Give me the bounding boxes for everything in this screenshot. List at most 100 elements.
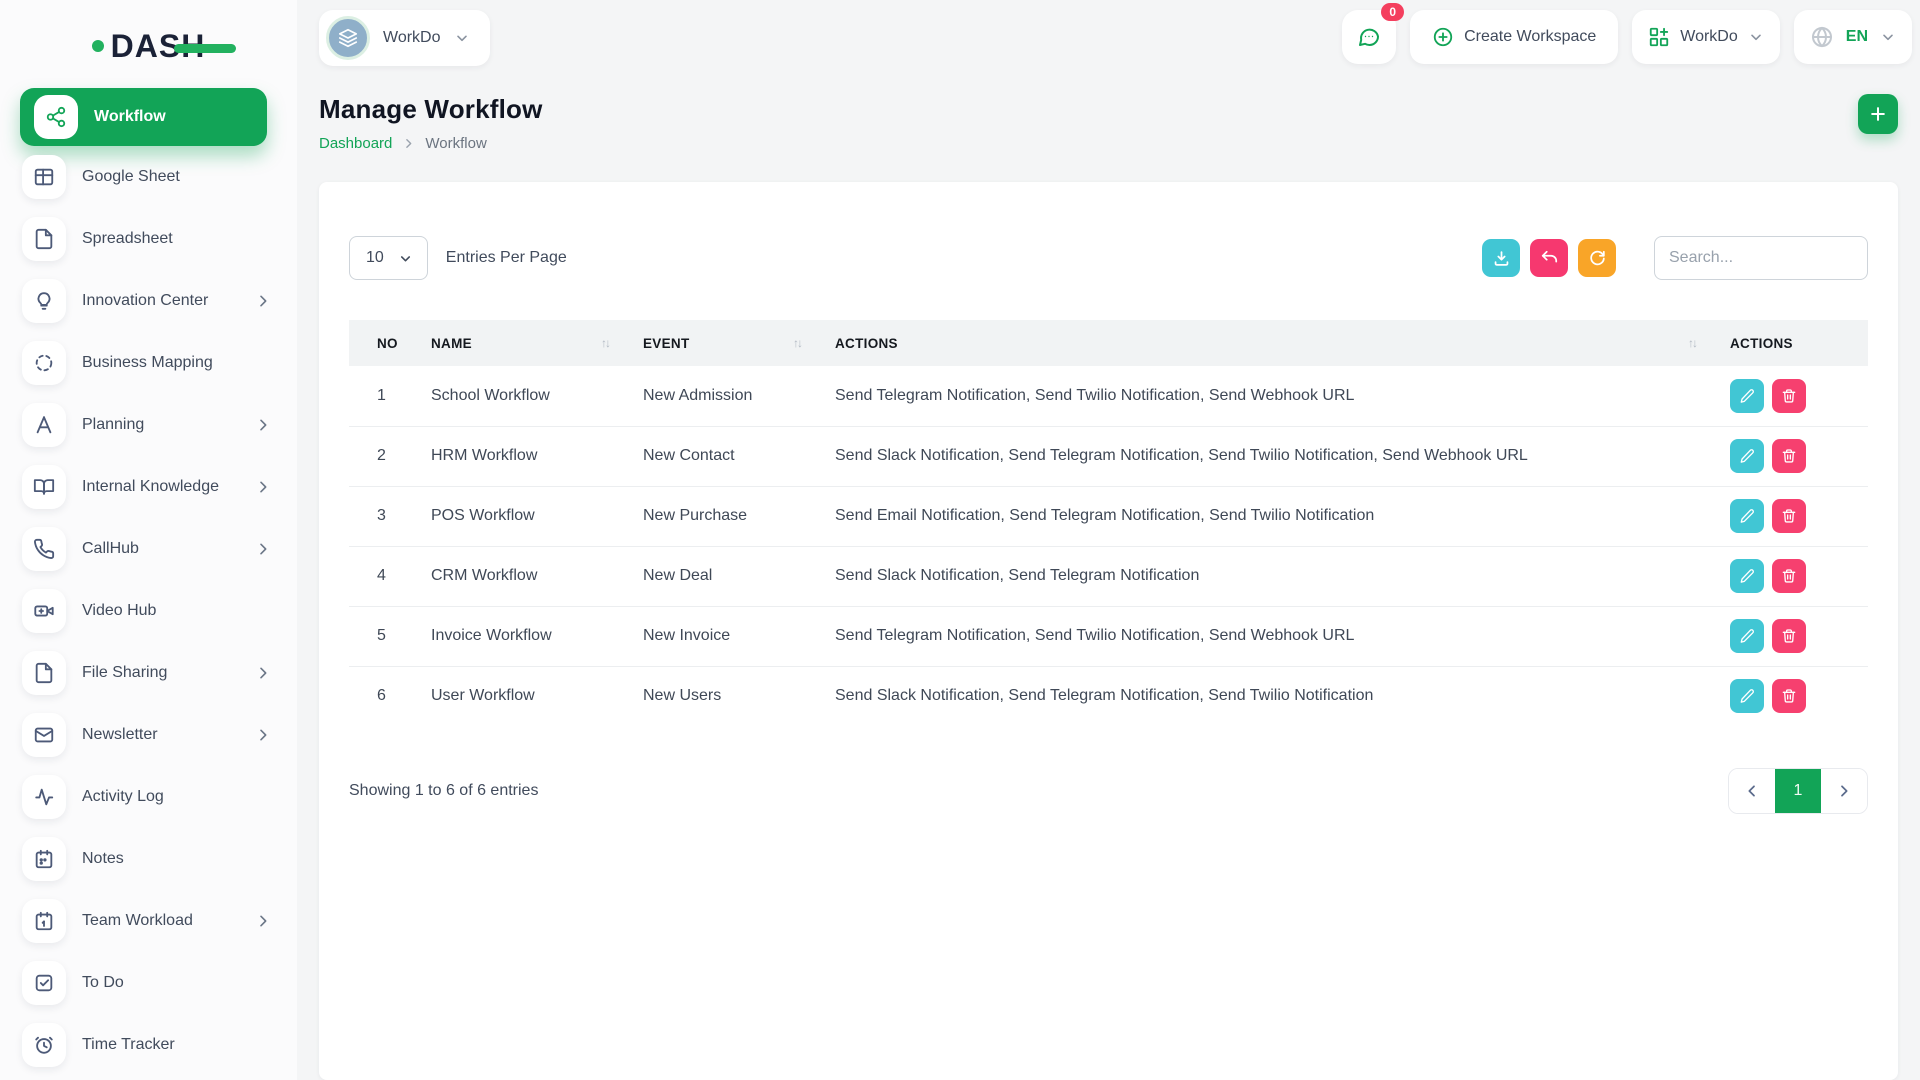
edit-button[interactable] bbox=[1730, 619, 1764, 653]
chevron-down-icon bbox=[454, 30, 470, 46]
cell-name: School Workflow bbox=[421, 366, 633, 426]
page-title: Manage Workflow bbox=[319, 94, 543, 125]
messages-badge: 0 bbox=[1381, 3, 1404, 21]
previous-page-button[interactable] bbox=[1729, 769, 1775, 813]
pencil-icon bbox=[1739, 508, 1755, 524]
sidebar-item-team-workload[interactable]: Team Workload bbox=[0, 890, 297, 952]
messages-button[interactable]: 0 bbox=[1342, 10, 1396, 64]
delete-button[interactable] bbox=[1772, 439, 1806, 473]
add-workflow-button[interactable] bbox=[1858, 94, 1898, 134]
current-page[interactable]: 1 bbox=[1775, 769, 1821, 813]
delete-button[interactable] bbox=[1772, 379, 1806, 413]
sidebar-item-notes[interactable]: Notes bbox=[0, 828, 297, 890]
chevron-right-icon bbox=[255, 417, 271, 433]
file-icon bbox=[22, 651, 66, 695]
entries-per-page-select[interactable]: 10 bbox=[349, 236, 428, 280]
undo-arrow-icon bbox=[1540, 249, 1559, 268]
edit-button[interactable] bbox=[1730, 439, 1764, 473]
cell-no: 1 bbox=[349, 366, 421, 426]
lightbulb-icon bbox=[22, 279, 66, 323]
globe-icon bbox=[1810, 25, 1834, 49]
edit-button[interactable] bbox=[1730, 559, 1764, 593]
pencil-icon bbox=[1739, 448, 1755, 464]
chevron-right-icon bbox=[1836, 783, 1852, 799]
column-header-no: NO bbox=[349, 320, 421, 366]
sidebar-item-activity-log[interactable]: Activity Log bbox=[0, 766, 297, 828]
chevron-right-icon bbox=[255, 913, 271, 929]
pencil-icon bbox=[1739, 688, 1755, 704]
sidebar-item-workflow[interactable]: Workflow bbox=[20, 88, 267, 146]
chevron-right-icon bbox=[255, 293, 271, 309]
export-download-button[interactable] bbox=[1482, 239, 1520, 277]
reset-undo-button[interactable] bbox=[1530, 239, 1568, 277]
refresh-button[interactable] bbox=[1578, 239, 1616, 277]
delete-button[interactable] bbox=[1772, 679, 1806, 713]
table-row: 1 School Workflow New Admission Send Tel… bbox=[349, 366, 1868, 426]
sidebar-item-time-tracker[interactable]: Time Tracker bbox=[0, 1014, 297, 1076]
sidebar-item-file-sharing[interactable]: File Sharing bbox=[0, 642, 297, 704]
sort-icon[interactable]: ↑↓ bbox=[601, 336, 623, 350]
edit-button[interactable] bbox=[1730, 379, 1764, 413]
sidebar-item-internal-knowledge[interactable]: Internal Knowledge bbox=[0, 456, 297, 518]
sidebar-item-callhub[interactable]: CallHub bbox=[0, 518, 297, 580]
app-menu-label: WorkDo bbox=[1680, 28, 1738, 46]
workspace-switcher[interactable]: WorkDo bbox=[319, 10, 490, 66]
table-row: 5 Invoice Workflow New Invoice Send Tele… bbox=[349, 606, 1868, 666]
cell-name: HRM Workflow bbox=[421, 426, 633, 486]
cell-name: POS Workflow bbox=[421, 486, 633, 546]
sidebar-item-label: Team Workload bbox=[82, 912, 239, 930]
chevron-down-icon bbox=[398, 251, 413, 266]
chevron-right-icon bbox=[255, 479, 271, 495]
delete-button[interactable] bbox=[1772, 559, 1806, 593]
workload-calendar-icon bbox=[22, 899, 66, 943]
edit-button[interactable] bbox=[1730, 499, 1764, 533]
cell-actions: Send Telegram Notification, Send Twilio … bbox=[825, 366, 1720, 426]
trash-icon bbox=[1781, 508, 1797, 524]
column-header-row-actions: ACTIONS bbox=[1720, 320, 1868, 366]
sidebar-item-google-sheet[interactable]: Google Sheet bbox=[0, 146, 297, 208]
delete-button[interactable] bbox=[1772, 499, 1806, 533]
cell-actions: Send Slack Notification, Send Telegram N… bbox=[825, 546, 1720, 606]
edit-button[interactable] bbox=[1730, 679, 1764, 713]
breadcrumb-dashboard-link[interactable]: Dashboard bbox=[319, 135, 392, 152]
cell-event: New Invoice bbox=[633, 606, 825, 666]
language-code: EN bbox=[1846, 28, 1868, 46]
dashed-circle-icon bbox=[22, 341, 66, 385]
sidebar-item-planning[interactable]: Planning bbox=[0, 394, 297, 456]
sidebar-item-label: File Sharing bbox=[82, 664, 239, 682]
sidebar-item-video-hub[interactable]: Video Hub bbox=[0, 580, 297, 642]
create-workspace-button[interactable]: Create Workspace bbox=[1410, 10, 1618, 64]
sort-icon[interactable]: ↑↓ bbox=[1688, 336, 1710, 350]
column-header-label: NAME bbox=[431, 336, 472, 351]
page-head: Manage Workflow Dashboard Workflow bbox=[319, 94, 1898, 152]
cell-actions: Send Telegram Notification, Send Twilio … bbox=[825, 606, 1720, 666]
sidebar-item-label: CallHub bbox=[82, 540, 239, 558]
download-icon bbox=[1492, 249, 1511, 268]
phone-icon bbox=[22, 527, 66, 571]
breadcrumb-current: Workflow bbox=[425, 135, 486, 152]
ruler-triangle-icon bbox=[22, 403, 66, 447]
sidebar-item-label: To Do bbox=[82, 974, 271, 992]
search-input[interactable] bbox=[1654, 236, 1868, 280]
sort-icon[interactable]: ↑↓ bbox=[793, 336, 815, 350]
sidebar-item-to-do[interactable]: To Do bbox=[0, 952, 297, 1014]
cell-name: CRM Workflow bbox=[421, 546, 633, 606]
trash-icon bbox=[1781, 628, 1797, 644]
sidebar-item-label: Internal Knowledge bbox=[82, 478, 239, 496]
sidebar: DASH Workflow Google Sheet Spreadsheet bbox=[0, 0, 297, 1080]
sidebar-item-spreadsheet[interactable]: Spreadsheet bbox=[0, 208, 297, 270]
sidebar-item-newsletter[interactable]: Newsletter bbox=[0, 704, 297, 766]
sidebar-item-business-mapping[interactable]: Business Mapping bbox=[0, 332, 297, 394]
logo-dash-bar bbox=[174, 44, 236, 53]
workflow-table: NO NAME↑↓ EVENT↑↓ ACTIONS↑↓ ACTIONS 1 bbox=[349, 320, 1868, 726]
language-selector[interactable]: EN bbox=[1794, 10, 1912, 64]
delete-button[interactable] bbox=[1772, 619, 1806, 653]
alarm-clock-icon bbox=[22, 1023, 66, 1067]
chevron-left-icon bbox=[1744, 783, 1760, 799]
next-page-button[interactable] bbox=[1821, 769, 1867, 813]
column-header-label: ACTIONS bbox=[835, 336, 898, 351]
sidebar-item-label: Workflow bbox=[94, 108, 251, 126]
sidebar-item-innovation-center[interactable]: Innovation Center bbox=[0, 270, 297, 332]
app-menu-dropdown[interactable]: WorkDo bbox=[1632, 10, 1780, 64]
topbar: WorkDo 0 Create Workspace WorkDo bbox=[319, 10, 1912, 66]
